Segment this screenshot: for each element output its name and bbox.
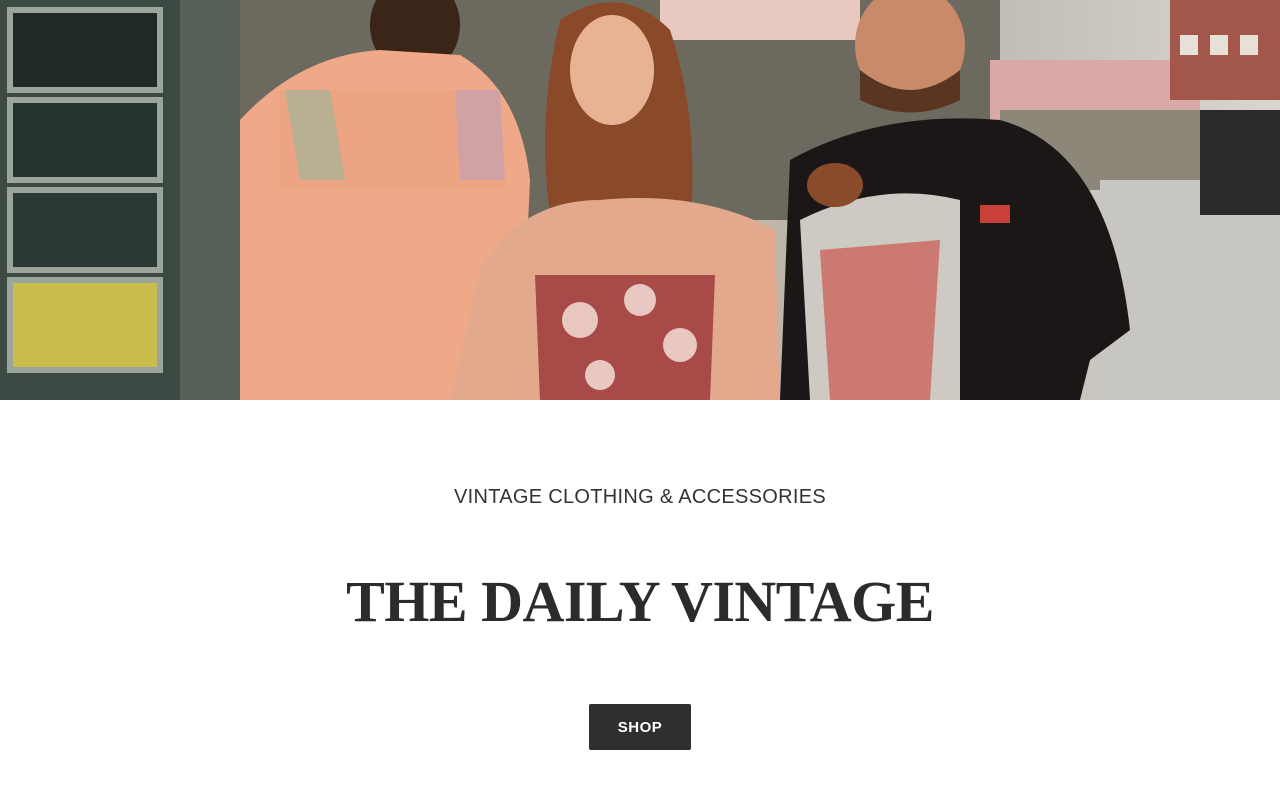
hero-image [0,0,1280,400]
brand-title: THE DAILY VINTAGE [346,569,934,634]
hero-photo-icon [0,0,1280,400]
tagline: VINTAGE CLOTHING & ACCESSORIES [453,486,827,508]
shop-button[interactable]: SHOP [589,704,691,750]
hero-content: VINTAGE CLOTHING & ACCESSORIES THE DAILY… [0,400,1280,800]
